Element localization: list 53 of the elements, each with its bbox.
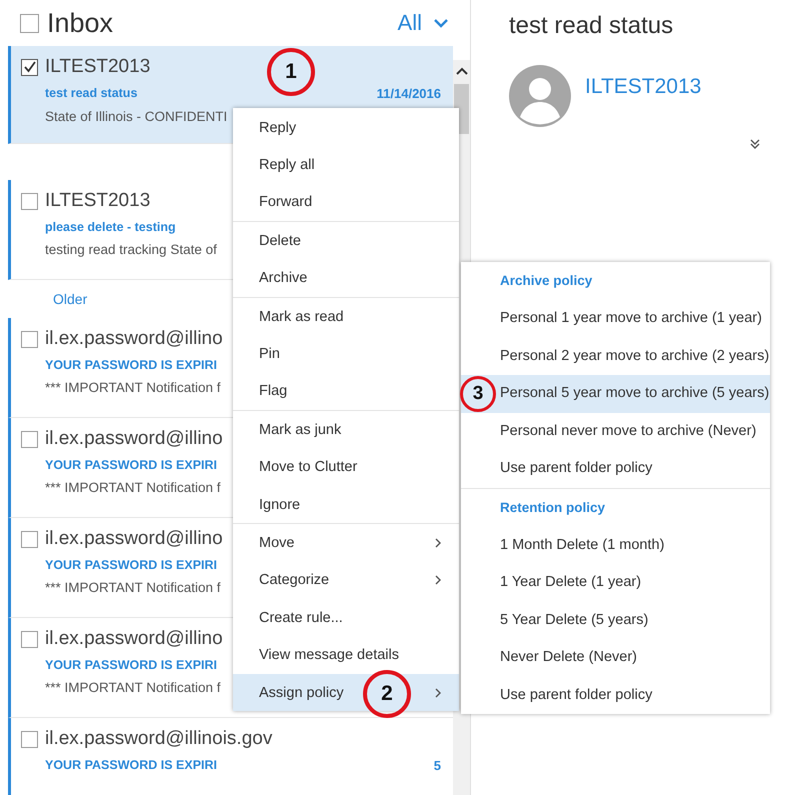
preview-text: State of Illinois - CONFIDENTI xyxy=(45,109,228,124)
sender-name: ILTEST2013 xyxy=(45,190,150,212)
menu-item[interactable]: Personal 2 year move to archive (2 years) xyxy=(461,338,770,375)
checkbox[interactable] xyxy=(21,58,38,76)
subject: YOUR PASSWORD IS EXPIRI xyxy=(45,558,218,572)
subject: test read status xyxy=(45,86,138,101)
preview-text: *** IMPORTANT Notification f xyxy=(45,680,221,695)
checkbox[interactable] xyxy=(21,430,38,448)
preview-text: *** IMPORTANT Notification f xyxy=(45,580,221,595)
message-title: test read status xyxy=(509,12,674,40)
callout-number: 2 xyxy=(363,670,411,718)
callout-number: 3 xyxy=(460,376,496,412)
checkbox[interactable] xyxy=(21,630,38,648)
sender-link[interactable]: ILTEST2013 xyxy=(585,75,702,99)
sender-name: il.ex.password@illinois.gov xyxy=(45,728,272,750)
chevron-down-icon xyxy=(434,18,448,28)
select-all-checkbox[interactable] xyxy=(20,14,39,32)
menu-item[interactable]: Use parent folder policy xyxy=(461,450,770,488)
checkbox[interactable] xyxy=(21,730,38,748)
menu-item[interactable]: Personal 1 year move to archive (1 year) xyxy=(461,300,770,338)
sender-name: ILTEST2013 xyxy=(45,56,150,78)
preview-text: *** IMPORTANT Notification f xyxy=(45,380,221,395)
subject: please delete - testing xyxy=(45,220,176,234)
sender-name: il.ex.password@illino xyxy=(45,628,223,650)
subject: YOUR PASSWORD IS EXPIRI xyxy=(45,458,218,472)
checkbox[interactable] xyxy=(21,330,38,348)
sender-name: il.ex.password@illino xyxy=(45,428,223,450)
folder-title: Inbox xyxy=(47,8,114,38)
menu-item[interactable]: 1 Month Delete (1 month) xyxy=(461,526,770,564)
menu-item[interactable]: Personal never move to archive (Never) xyxy=(461,412,770,450)
menu-item[interactable]: Use parent folder policy xyxy=(461,676,770,714)
group-header: Older xyxy=(53,290,88,309)
double-chevron-icon[interactable] xyxy=(749,138,761,150)
section-heading: Retention policy xyxy=(499,498,606,517)
scroll-up-icon[interactable] xyxy=(454,66,468,76)
preview-text: testing read tracking State of xyxy=(45,242,217,257)
menu-item[interactable]: 5 Year Delete (5 years) xyxy=(461,602,770,639)
avatar-icon xyxy=(509,65,571,127)
checkbox[interactable] xyxy=(21,192,38,210)
callout-number: 1 xyxy=(267,48,315,96)
sender-name: il.ex.password@illino xyxy=(45,528,223,550)
date: 5 xyxy=(434,758,441,773)
sender-name: il.ex.password@illino xyxy=(45,328,223,350)
section-heading: Archive policy xyxy=(499,272,594,290)
preview-text: *** IMPORTANT Notification f xyxy=(45,480,221,495)
subject: YOUR PASSWORD IS EXPIRI xyxy=(45,358,218,372)
subject: YOUR PASSWORD IS EXPIRI xyxy=(45,758,218,773)
checkbox[interactable] xyxy=(21,530,38,548)
date: 11/14/2016 xyxy=(376,86,441,101)
menu-item[interactable]: 1 Year Delete (1 year) xyxy=(461,564,770,602)
menu-item[interactable]: Never Delete (Never) xyxy=(461,639,770,676)
subject: YOUR PASSWORD IS EXPIRI xyxy=(45,658,218,672)
filter-dropdown[interactable]: All xyxy=(394,8,452,38)
